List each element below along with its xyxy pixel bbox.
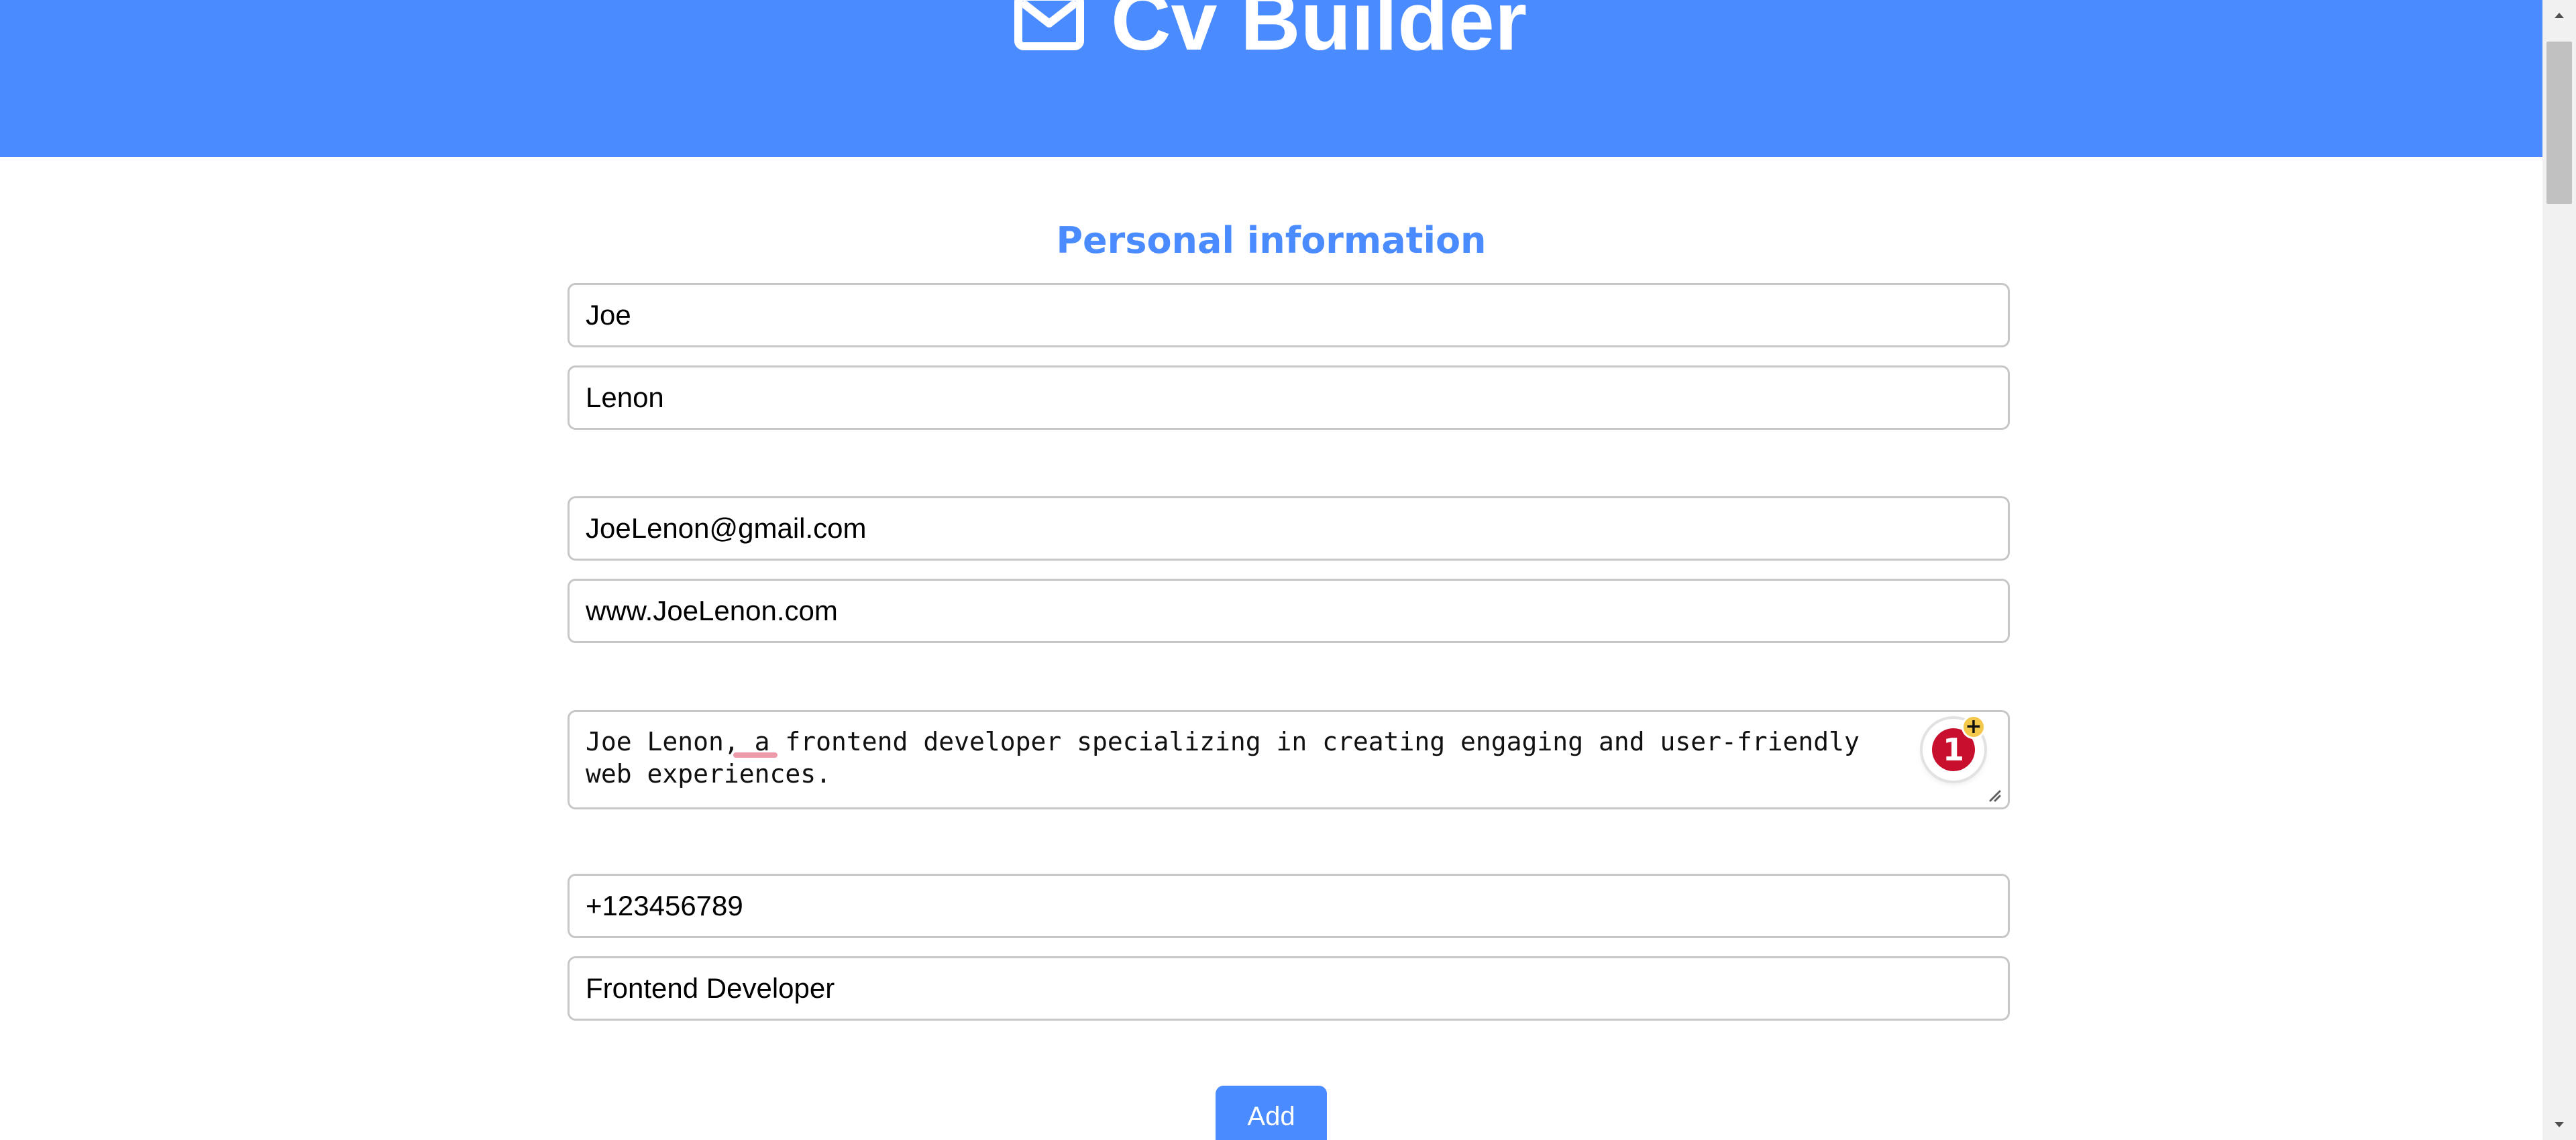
email-field[interactable]: JoeLenon@gmail.com [568,496,2010,561]
bio-textarea[interactable]: Joe Lenon, a frontend developer speciali… [568,710,2010,809]
cv-builder-page: Cv Builder Personal information Joe Leno… [0,0,2576,1140]
add-button[interactable]: Add [1216,1086,1327,1140]
app-header: Cv Builder [0,0,2542,157]
app-title: Cv Builder [1111,0,1527,68]
scrollbar-thumb[interactable] [2546,42,2572,204]
brand: Cv Builder [1013,0,1527,75]
resize-grip-icon[interactable] [1985,786,2001,802]
grammar-extension-badge[interactable]: 1 + [1923,715,1986,781]
scroll-up-icon[interactable] [2552,8,2567,23]
bio-text: Joe Lenon, a frontend developer speciali… [586,727,1860,789]
section-title: Personal information [1056,219,1487,262]
last-name-field[interactable]: Lenon [568,365,2010,430]
plus-icon: + [1962,715,1986,739]
scroll-down-icon[interactable] [2552,1117,2567,1132]
job-title-field[interactable]: Frontend Developer [568,956,2010,1021]
website-field[interactable]: www.JoeLenon.com [568,579,2010,643]
vertical-scrollbar[interactable] [2542,0,2576,1140]
phone-field[interactable]: +123456789 [568,874,2010,938]
first-name-field[interactable]: Joe [568,283,2010,347]
mail-icon [1014,0,1084,50]
spellcheck-underline [733,752,777,758]
personal-information-form: Personal information Joe Lenon JoeLenon@… [0,157,2542,1140]
